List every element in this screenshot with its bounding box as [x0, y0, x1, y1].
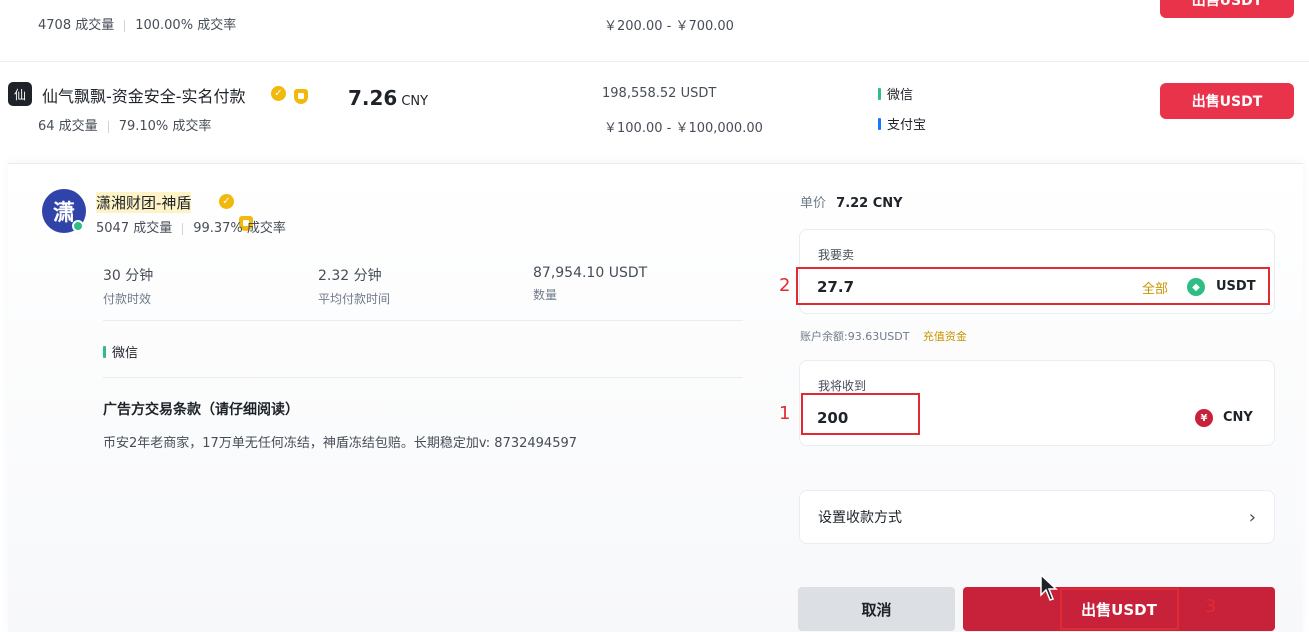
metric-quantity: 87,954.10 USDT 数量 — [533, 265, 648, 302]
merchant-name[interactable]: 仙气飘飘-资金安全-实名付款 — [42, 83, 246, 107]
divider — [103, 320, 743, 321]
annotation-number: 1 — [779, 403, 791, 424]
cancel-button[interactable]: 取消 — [798, 587, 955, 631]
metric-avg-payment-time: 2.32 分钟 平均付款时间 — [318, 268, 391, 306]
limit-range: ￥200.00 - ￥700.00 — [604, 19, 734, 34]
order-count: 5047 成交量 — [96, 221, 173, 236]
payment-wechat: 微信 — [878, 84, 913, 103]
available-amount: 198,558.52 USDT — [602, 86, 717, 101]
order-count: 4708 成交量 — [38, 18, 115, 33]
order-count: 64 成交量 — [38, 119, 98, 134]
payment-wechat: 微信 — [103, 342, 138, 361]
limit-range: ￥100.00 - ￥100,000.00 — [604, 121, 763, 136]
verified-badge-icon: ✓ — [271, 86, 286, 101]
payment-method-label: 设置收款方式 — [818, 510, 902, 526]
shield-badge-icon — [294, 89, 308, 104]
merchant-avatar: 仙 — [8, 82, 32, 106]
divider — [103, 377, 743, 378]
completion-rate: 79.10% 成交率 — [118, 119, 212, 134]
online-status-dot — [72, 220, 84, 232]
sell-amount-label: 我要卖 — [818, 248, 855, 262]
completion-rate: 99.37% 成交率 — [193, 221, 286, 236]
merchant-stats: 64 成交量 79.10% 成交率 — [38, 115, 211, 134]
annotation-number: 2 — [779, 275, 791, 296]
annotation-number: 3 — [1205, 596, 1217, 617]
recharge-link[interactable]: 充值资金 — [923, 330, 967, 343]
merchant-stats: 4708 成交量 100.00% 成交率 — [38, 14, 236, 33]
receive-currency: CNY — [1223, 410, 1253, 425]
price: 7.26 CNY — [348, 86, 429, 110]
sell-usdt-button[interactable]: 出售USDT — [1160, 0, 1294, 18]
mouse-cursor-icon — [1040, 573, 1058, 601]
chevron-right-icon: › — [1248, 506, 1256, 528]
completion-rate: 100.00% 成交率 — [135, 18, 237, 33]
cny-icon: ¥ — [1195, 409, 1213, 427]
payment-method-selector[interactable]: 设置收款方式 › — [799, 490, 1275, 544]
annotation-box-2 — [796, 267, 1270, 305]
annotation-box-1 — [801, 393, 920, 435]
terms-text: 币安2年老商家，17万单无任何冻结，神盾冻结包赔。长期稳定加v: 8732494… — [103, 436, 578, 451]
sell-usdt-button[interactable]: 出售USDT — [1160, 83, 1294, 119]
verified-badge-icon: ✓ — [219, 194, 234, 209]
metric-payment-window: 30 分钟 付款时效 — [103, 268, 154, 306]
annotation-box-3 — [1060, 588, 1179, 630]
payment-alipay: 支付宝 — [878, 114, 926, 133]
account-balance: 账户余额:93.63USDT 充值资金 — [800, 330, 967, 343]
receive-amount-label: 我将收到 — [818, 379, 867, 393]
merchant-name[interactable]: 潇湘财团-神盾 — [96, 192, 192, 213]
unit-price: 单价 7.22 CNY — [800, 196, 903, 211]
terms-title: 广告方交易条款（请仔细阅读） — [103, 402, 299, 418]
merchant-stats: 5047 成交量 99.37% 成交率 — [96, 217, 286, 236]
